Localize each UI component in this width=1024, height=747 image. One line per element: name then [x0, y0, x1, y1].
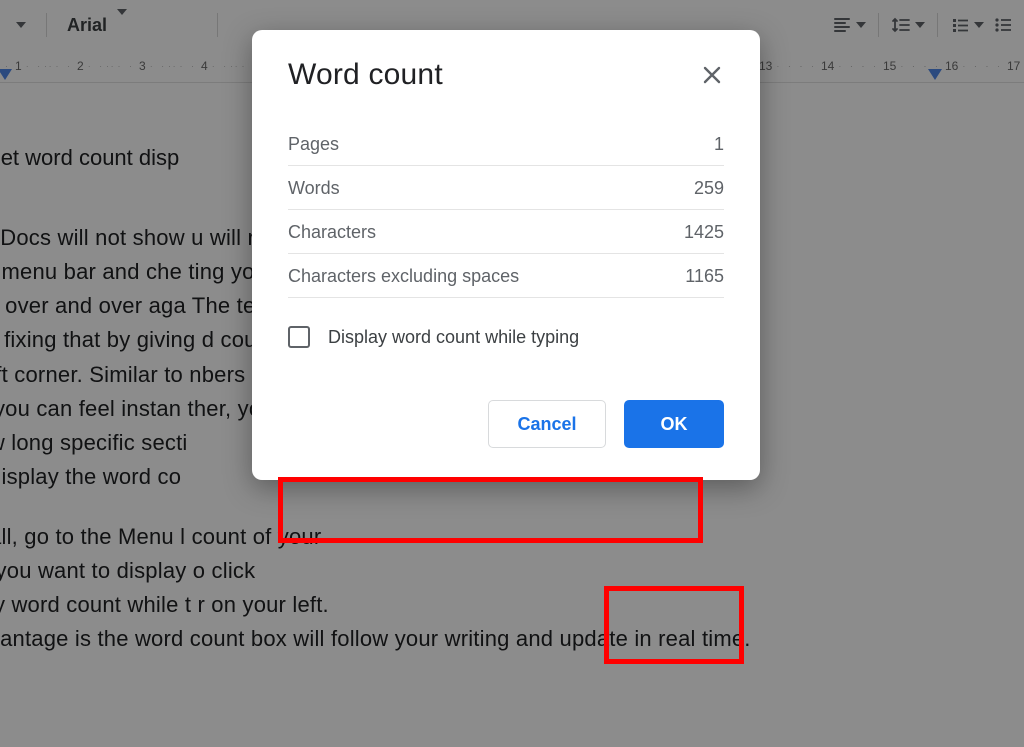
stat-value: 259 [694, 178, 724, 199]
stat-row: Pages 1 [288, 122, 724, 166]
stat-row: Characters 1425 [288, 210, 724, 254]
stat-label: Pages [288, 134, 339, 155]
stat-label: Characters excluding spaces [288, 266, 519, 287]
cancel-button[interactable]: Cancel [488, 400, 606, 448]
dialog-title: Word count [288, 58, 443, 92]
stats-list: Pages 1 Words 259 Characters 1425 Characters e… [288, 122, 724, 298]
display-while-typing-checkbox[interactable] [288, 326, 310, 348]
display-while-typing-label: Display word count while typing [328, 327, 579, 348]
close-icon[interactable] [700, 63, 724, 87]
stat-label: Characters [288, 222, 376, 243]
stat-value: 1 [714, 134, 724, 155]
stat-row: Words 259 [288, 166, 724, 210]
display-while-typing-row[interactable]: Display word count while typing [288, 326, 724, 348]
ok-button[interactable]: OK [624, 400, 724, 448]
stat-value: 1165 [685, 266, 724, 287]
stat-row: Characters excluding spaces 1165 [288, 254, 724, 298]
stat-value: 1425 [684, 222, 724, 243]
word-count-dialog: Word count Pages1Words259Characters1425C… [252, 30, 760, 480]
stat-label: Words [288, 178, 340, 199]
